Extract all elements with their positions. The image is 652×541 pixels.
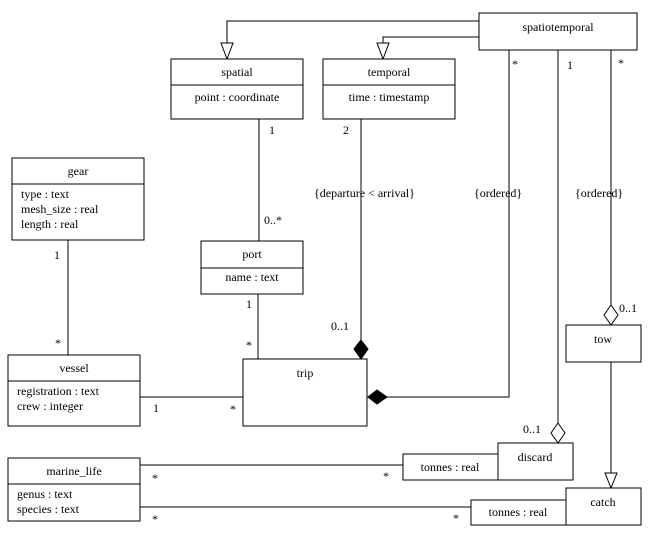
class-attribute: type : text [21,187,70,201]
class-attribute: mesh_size : real [21,202,99,216]
class-discard-tonnes[interactable]: tonnes : real [402,453,499,481]
relation-marine-life-discard: * * [140,464,403,485]
multiplicity-label: * [512,57,518,71]
multiplicity-label: 0..1 [331,319,349,333]
relation-tow-catch [604,362,618,490]
multiplicity-label: 0..* [264,213,282,227]
multiplicity-label: * [55,336,61,350]
multiplicity-label: 1 [567,58,573,72]
class-vessel[interactable]: vessel registration : text crew : intege… [7,354,141,427]
relation-spatiotemporal-tow: * 0..1 {ordered} [575,50,637,326]
multiplicity-label: 1 [153,401,159,415]
constraint-label: {departure < arrival} [314,186,415,200]
class-port[interactable]: port name : text [200,240,304,295]
multiplicity-label: 1 [54,248,60,262]
generalization-arrow-icon [376,42,390,61]
class-marine-life[interactable]: marine_life genus : text species : text [7,457,141,522]
class-attribute: genus : text [17,487,73,501]
class-attribute: length : real [21,217,79,231]
class-name: tow [594,332,612,346]
composition-diamond-icon [367,389,388,405]
class-name: temporal [368,65,411,79]
relation-spatiotemporal-temporal [376,36,479,61]
class-attribute: tonnes : real [421,460,480,474]
multiplicity-label: * [246,338,252,352]
composition-diamond-icon [353,339,369,360]
multiplicity-label: * [230,402,236,416]
class-name: spatiotemporal [522,20,594,34]
class-gear[interactable]: gear type : text mesh_size : real length… [11,157,145,241]
multiplicity-label: 1 [269,123,275,137]
class-name: catch [590,495,615,509]
relation-port-trip: 1 * [246,294,259,359]
class-catch-tonnes[interactable]: tonnes : real [470,499,567,526]
relation-marine-life-catch: * * [140,506,471,526]
multiplicity-label: 1 [246,297,252,311]
class-spatial[interactable]: spatial point : coordinate [170,58,304,120]
class-name: vessel [59,361,89,375]
aggregation-diamond-icon [603,304,619,326]
multiplicity-label: * [453,511,459,525]
class-attribute: species : text [17,502,80,516]
multiplicity-label: * [618,56,624,70]
class-attribute: tonnes : real [489,505,548,519]
multiplicity-label: * [152,471,158,485]
relation-temporal-trip: 2 0..1 {departure < arrival} [314,119,415,360]
constraint-label: {ordered} [474,186,522,200]
class-name: gear [68,164,89,178]
class-name: trip [297,366,314,380]
class-attribute: time : timestamp [349,90,430,104]
relation-spatial-port: 1 0..* [258,119,282,241]
constraint-label: {ordered} [575,186,623,200]
relation-vessel-trip: 1 * [140,396,243,416]
class-name: discard [518,450,553,464]
class-tow[interactable]: tow [565,324,642,363]
class-trip[interactable]: trip [242,358,368,427]
multiplicity-label: * [152,512,158,526]
class-catch[interactable]: catch [565,487,642,526]
multiplicity-label: 2 [343,123,349,137]
class-name: port [242,247,262,261]
generalization-arrow-icon [604,472,618,490]
multiplicity-label: 0..1 [523,422,541,436]
relation-gear-vessel: 1 * [54,240,69,355]
class-temporal[interactable]: temporal time : timestamp [322,58,456,120]
uml-class-diagram: 1 0..* 2 0..1 {departure < arrival} * {o… [7,12,642,526]
aggregation-diamond-icon [550,422,566,444]
relation-spatiotemporal-discard: 1 0..1 [523,50,573,444]
multiplicity-label: 0..1 [619,301,637,315]
class-attribute: crew : integer [17,399,83,413]
class-name: spatial [221,65,253,79]
class-attribute: point : coordinate [195,90,280,104]
generalization-arrow-icon [220,42,234,61]
class-discard[interactable]: discard [497,442,574,481]
class-attribute: registration : text [17,384,100,398]
class-spatiotemporal[interactable]: spatiotemporal [478,12,638,51]
relation-spatiotemporal-spatial [220,20,479,61]
class-attribute: name : text [225,270,279,284]
class-name: marine_life [46,464,101,478]
multiplicity-label: * [383,469,389,483]
